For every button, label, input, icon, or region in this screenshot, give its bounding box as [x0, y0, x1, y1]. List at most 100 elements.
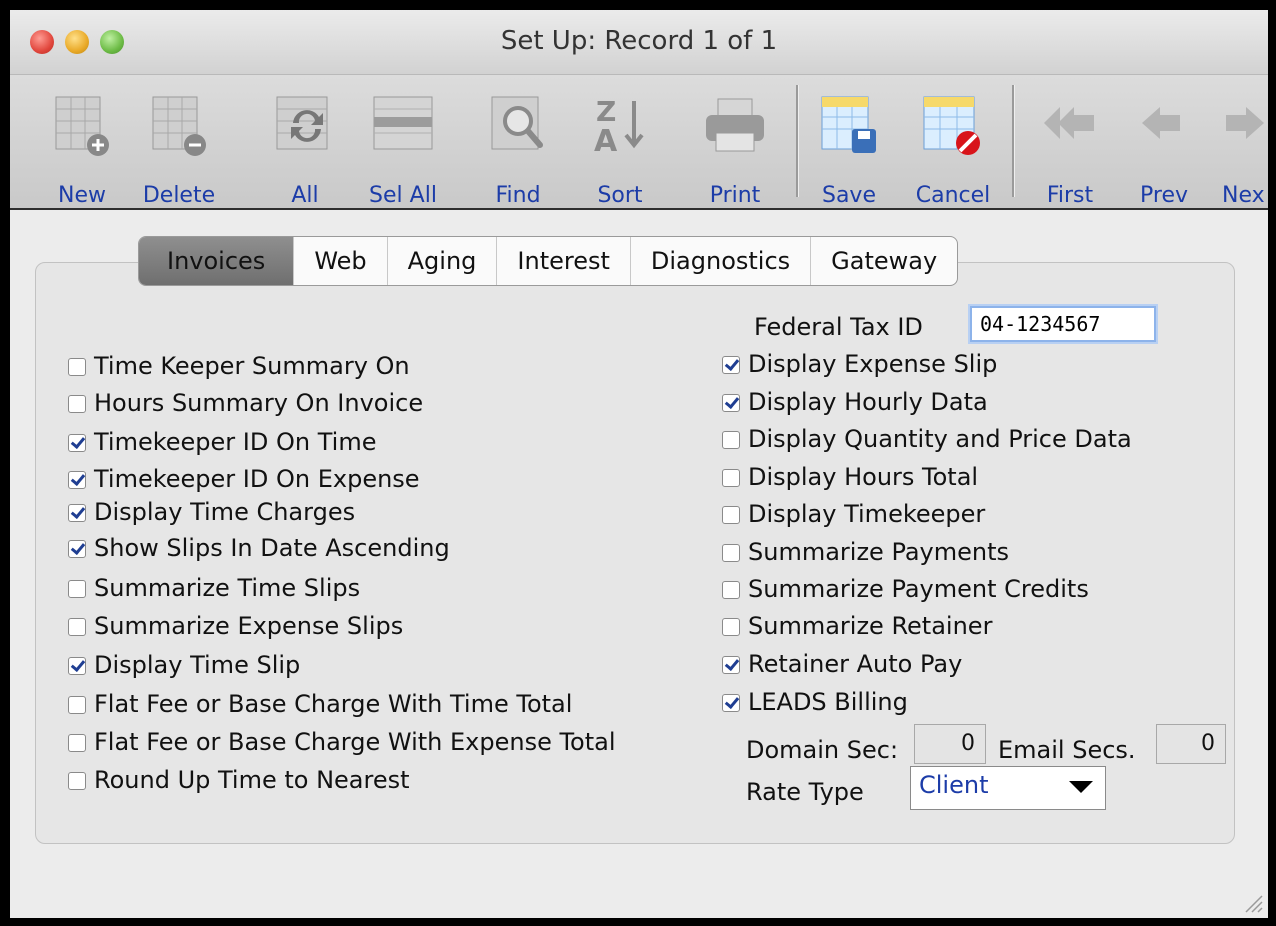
- option-display-time-slip[interactable]: Display Time Slip: [68, 651, 300, 679]
- tab-invoices[interactable]: Invoices: [139, 237, 294, 285]
- tab-aging[interactable]: Aging: [386, 237, 497, 285]
- option-display-quantity-price[interactable]: Display Quantity and Price Data: [722, 425, 1132, 453]
- prev-label: Prev: [1140, 183, 1188, 208]
- tab-diagnostics[interactable]: Diagnostics: [629, 237, 810, 285]
- previous-record-icon: [1142, 107, 1180, 139]
- find-button[interactable]: Find: [488, 93, 548, 208]
- checkbox-checked[interactable]: [68, 657, 86, 675]
- toolbar-separator: [796, 85, 799, 197]
- option-flat-fee-expense-total[interactable]: Flat Fee or Base Charge With Expense Tot…: [68, 728, 616, 756]
- setup-window: Set Up: Record 1 of 1 New Delete All Sel…: [10, 10, 1268, 918]
- checkbox[interactable]: [68, 358, 86, 376]
- cancel-label: Cancel: [915, 183, 991, 208]
- federal-tax-id-field[interactable]: 04-1234567: [970, 306, 1156, 342]
- show-all-icon: [276, 96, 328, 150]
- option-display-hours-total[interactable]: Display Hours Total: [722, 463, 978, 491]
- option-summarize-payments[interactable]: Summarize Payments: [722, 538, 1009, 566]
- checkbox-checked[interactable]: [722, 394, 740, 412]
- all-button[interactable]: All: [272, 93, 338, 208]
- option-retainer-auto-pay[interactable]: Retainer Auto Pay: [722, 650, 962, 678]
- first-record-icon: [1044, 107, 1094, 139]
- option-display-expense-slip[interactable]: Display Expense Slip: [722, 350, 997, 378]
- cancel-record-icon: [923, 96, 980, 155]
- option-summarize-expense-slips[interactable]: Summarize Expense Slips: [68, 612, 403, 640]
- option-hours-summary[interactable]: Hours Summary On Invoice: [68, 389, 423, 417]
- option-display-timekeeper[interactable]: Display Timekeeper: [722, 500, 985, 528]
- rate-type-value: Client: [919, 771, 989, 799]
- next-label: Nex: [1222, 183, 1265, 208]
- delete-record-icon: [152, 96, 206, 156]
- federal-tax-id-label: Federal Tax ID: [754, 313, 923, 341]
- checkbox-checked[interactable]: [722, 356, 740, 374]
- option-display-hourly-data[interactable]: Display Hourly Data: [722, 388, 988, 416]
- delete-button[interactable]: Delete: [143, 93, 215, 208]
- checkbox[interactable]: [68, 734, 86, 752]
- checkbox[interactable]: [68, 395, 86, 413]
- checkbox[interactable]: [722, 506, 740, 524]
- first-label: First: [1046, 183, 1094, 208]
- checkbox[interactable]: [68, 696, 86, 714]
- checkbox[interactable]: [68, 772, 86, 790]
- option-timekeeper-id-expense[interactable]: Timekeeper ID On Expense: [68, 465, 420, 493]
- select-all-button[interactable]: Sel All: [368, 93, 438, 208]
- all-label: All: [291, 183, 319, 208]
- cancel-button[interactable]: Cancel: [916, 93, 990, 208]
- email-secs-field[interactable]: 0: [1156, 724, 1226, 764]
- option-leads-billing[interactable]: LEADS Billing: [722, 688, 908, 716]
- tab-web[interactable]: Web: [293, 237, 386, 285]
- checkbox-checked[interactable]: [68, 471, 86, 489]
- domain-secs-field[interactable]: 0: [914, 724, 986, 764]
- checkbox[interactable]: [68, 580, 86, 598]
- save-button[interactable]: Save: [818, 93, 880, 208]
- svg-text:A: A: [594, 124, 618, 159]
- prev-button[interactable]: Prev: [1136, 93, 1192, 208]
- checkbox-checked[interactable]: [722, 694, 740, 712]
- first-button[interactable]: First: [1040, 93, 1100, 208]
- find-label: Find: [495, 183, 541, 208]
- option-summarize-retainer[interactable]: Summarize Retainer: [722, 612, 992, 640]
- toolbar-separator: [1012, 85, 1015, 197]
- next-record-icon: [1226, 107, 1264, 139]
- resize-grip-icon[interactable]: [1242, 892, 1264, 914]
- delete-label: Delete: [142, 183, 216, 208]
- option-show-slips-ascending[interactable]: Show Slips In Date Ascending: [68, 534, 450, 562]
- checkbox[interactable]: [722, 431, 740, 449]
- checkbox[interactable]: [722, 581, 740, 599]
- checkbox[interactable]: [722, 618, 740, 636]
- tab-interest[interactable]: Interest: [496, 237, 629, 285]
- title-bar[interactable]: Set Up: Record 1 of 1: [10, 10, 1268, 75]
- sort-button[interactable]: Z A Sort: [590, 93, 650, 208]
- rate-type-select[interactable]: Client: [910, 766, 1106, 810]
- toolbar: New Delete All Sel All Find Z A Sort Pri…: [10, 75, 1268, 210]
- domain-secs-label: Domain Sec:: [746, 736, 899, 764]
- checkbox[interactable]: [68, 618, 86, 636]
- next-button[interactable]: Nex: [1222, 93, 1268, 208]
- checkbox-checked[interactable]: [68, 540, 86, 558]
- checkbox-checked[interactable]: [722, 656, 740, 674]
- option-round-up-time[interactable]: Round Up Time to Nearest: [68, 766, 410, 794]
- checkbox[interactable]: [722, 469, 740, 487]
- rate-type-label: Rate Type: [746, 778, 864, 806]
- tab-gateway[interactable]: Gateway: [810, 237, 957, 285]
- content-area: Invoices Web Aging Interest Diagnostics …: [10, 210, 1268, 918]
- email-secs-label: Email Secs.: [998, 736, 1136, 764]
- new-record-icon: [55, 96, 109, 156]
- option-time-keeper-summary[interactable]: Time Keeper Summary On: [68, 352, 410, 380]
- option-summarize-payment-credits[interactable]: Summarize Payment Credits: [722, 575, 1089, 603]
- sort-label: Sort: [597, 183, 643, 208]
- option-timekeeper-id-time[interactable]: Timekeeper ID On Time: [68, 428, 376, 456]
- option-flat-fee-time-total[interactable]: Flat Fee or Base Charge With Time Total: [68, 690, 572, 718]
- magnifier-icon: [491, 96, 543, 150]
- new-button[interactable]: New: [52, 93, 112, 208]
- print-button[interactable]: Print: [702, 93, 768, 208]
- checkbox-checked[interactable]: [68, 504, 86, 522]
- dropdown-arrow-icon: [1069, 781, 1093, 793]
- save-label: Save: [821, 183, 876, 208]
- printer-icon: [706, 98, 764, 152]
- option-display-time-charges[interactable]: Display Time Charges: [68, 498, 355, 526]
- checkbox[interactable]: [722, 544, 740, 562]
- print-label: Print: [709, 183, 761, 208]
- option-summarize-time-slips[interactable]: Summarize Time Slips: [68, 574, 360, 602]
- checkbox-checked[interactable]: [68, 434, 86, 452]
- select-all-icon: [373, 96, 433, 150]
